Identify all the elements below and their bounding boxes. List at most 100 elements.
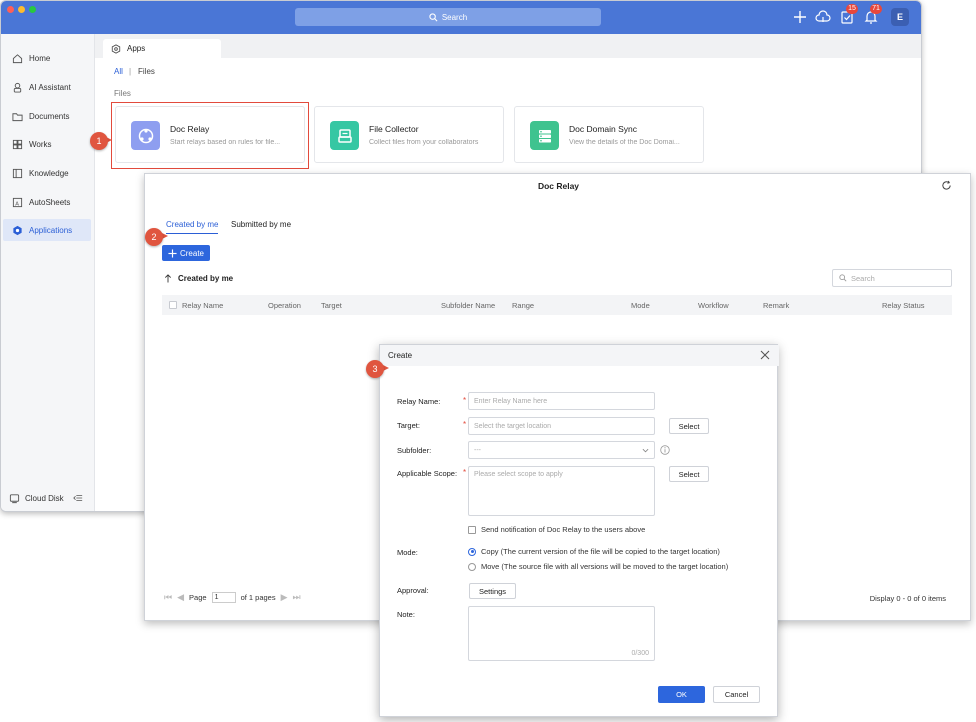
tab-apps[interactable]: Apps <box>103 39 221 58</box>
plus-icon <box>168 248 177 258</box>
minimize-window-button[interactable] <box>18 6 25 13</box>
cloud-disk-label: Cloud Disk <box>25 493 64 503</box>
add-icon[interactable] <box>792 9 808 25</box>
column-header[interactable]: Target <box>321 301 342 310</box>
filter-separator: | <box>129 67 132 76</box>
folder-icon <box>12 112 23 121</box>
tab-created-by-me[interactable]: Created by me <box>166 220 219 234</box>
sidebar-item-home[interactable]: Home <box>3 47 91 69</box>
mode-copy-label: Copy (The current version of the file wi… <box>481 547 720 556</box>
global-search-bar[interactable]: Search <box>295 8 601 26</box>
user-avatar[interactable]: E <box>891 8 909 26</box>
note-label: Note: <box>397 610 415 619</box>
display-count: Display 0 - 0 of 0 items <box>869 594 946 603</box>
page-number-input[interactable]: 1 <box>211 592 236 603</box>
sidebar-item-documents[interactable]: Documents <box>3 105 91 127</box>
subfolder-value: --- <box>474 446 481 454</box>
search-icon <box>429 12 438 21</box>
refresh-icon[interactable] <box>941 180 952 191</box>
notify-row[interactable]: Send notification of Doc Relay to the us… <box>468 525 645 534</box>
select-all-checkbox[interactable] <box>169 301 177 309</box>
create-relay-dialog: Create Relay Name: * Enter Relay Name he… <box>379 344 779 717</box>
sidebar-item-autosheets[interactable]: A AutoSheets <box>3 191 91 213</box>
first-page-icon[interactable]: ⏮ <box>164 592 172 603</box>
mode-move-radio[interactable] <box>468 562 476 571</box>
column-header[interactable]: Workflow <box>698 301 729 310</box>
create-button[interactable]: Create <box>162 245 210 261</box>
target-select-button[interactable]: Select <box>669 418 709 434</box>
step-1-badge: 1 <box>90 132 108 150</box>
target-input[interactable]: Select the target location <box>468 417 655 435</box>
column-header[interactable]: Operation <box>268 301 301 310</box>
sidebar-item-label: Knowledge <box>29 168 69 178</box>
prev-page-icon[interactable]: ◀ <box>177 592 184 603</box>
sidebar-item-label: Documents <box>29 111 70 121</box>
arrow-up-icon <box>164 274 172 283</box>
note-textarea[interactable]: 0/300 <box>468 606 655 661</box>
relay-search-placeholder: Search <box>851 273 875 283</box>
collapse-sidebar-icon[interactable] <box>72 493 83 503</box>
mode-copy-option[interactable]: Copy (The current version of the file wi… <box>468 547 720 556</box>
svg-text:A: A <box>15 201 19 207</box>
column-header[interactable]: Mode <box>631 301 650 310</box>
app-name: Doc Domain Sync <box>569 124 638 134</box>
target-placeholder: Select the target location <box>474 422 552 430</box>
app-description: View the details of the Doc Domai... <box>569 139 680 146</box>
filter-files[interactable]: Files <box>138 67 155 76</box>
tasks-badge: 15 <box>846 4 858 14</box>
required-marker: * <box>463 420 467 429</box>
tab-submitted-by-me[interactable]: Submitted by me <box>231 220 291 229</box>
highlight-box <box>111 102 309 169</box>
cloud-disk-button[interactable]: Cloud Disk <box>9 490 89 506</box>
approval-settings-button[interactable]: Settings <box>469 583 516 599</box>
app-card-doc-domain-sync[interactable]: Doc Domain Sync View the details of the … <box>514 106 704 163</box>
sort-created-by-me[interactable]: Created by me <box>164 274 233 283</box>
home-icon <box>12 53 23 63</box>
last-page-icon[interactable]: ⏭ <box>293 592 301 603</box>
sidebar-item-works[interactable]: Works <box>3 133 91 155</box>
notify-checkbox[interactable] <box>468 525 476 534</box>
notify-label: Send notification of Doc Relay to the us… <box>481 525 646 534</box>
column-header[interactable]: Range <box>512 301 534 310</box>
sort-label-text: Created by me <box>178 274 234 283</box>
relay-name-input[interactable]: Enter Relay Name here <box>468 392 655 410</box>
chevron-down-icon <box>642 448 649 452</box>
column-header[interactable]: Subfolder Name <box>441 301 495 310</box>
subfolder-select[interactable]: --- <box>468 441 655 459</box>
pagination: ⏮ ◀ Page 1 of 1 pages ▶ ⏭ <box>164 592 301 603</box>
zoom-window-button[interactable] <box>29 6 36 13</box>
column-header[interactable]: Relay Name <box>182 301 223 310</box>
section-heading-files: Files <box>114 89 131 98</box>
apps-icon <box>111 43 121 54</box>
column-header[interactable]: Relay Status <box>882 301 925 310</box>
mode-copy-radio[interactable] <box>468 547 476 556</box>
page-word: Page <box>189 593 207 602</box>
cancel-button[interactable]: Cancel <box>713 686 760 703</box>
tab-apps-label: Apps <box>127 44 146 53</box>
relay-search-input[interactable]: Search <box>832 269 952 287</box>
filter-all[interactable]: All <box>114 67 123 76</box>
dialog-header: Create <box>380 345 779 366</box>
sidebar-item-knowledge[interactable]: Knowledge <box>3 162 91 184</box>
applicable-scope-input[interactable]: Please select scope to apply <box>468 466 655 516</box>
close-icon[interactable] <box>759 349 771 361</box>
info-icon[interactable] <box>660 445 670 455</box>
dialog-title: Create <box>388 351 413 360</box>
applications-icon <box>13 225 22 235</box>
title-bar: Search 15 71 E <box>1 1 921 34</box>
sidebar-item-applications[interactable]: Applications <box>3 219 91 241</box>
column-header[interactable]: Remark <box>763 301 789 310</box>
cloud-upload-icon[interactable] <box>815 9 831 25</box>
search-icon <box>839 274 847 282</box>
ok-button[interactable]: OK <box>658 686 705 703</box>
close-window-button[interactable] <box>7 6 14 13</box>
step-3-badge: 3 <box>366 360 384 378</box>
grid-icon <box>12 139 23 149</box>
next-page-icon[interactable]: ▶ <box>281 592 288 603</box>
mode-move-option[interactable]: Move (The source file with all versions … <box>468 562 728 571</box>
sidebar-item-ai-assistant[interactable]: AI Assistant <box>3 76 91 98</box>
scope-select-button[interactable]: Select <box>669 466 709 482</box>
sidebar-item-label: AutoSheets <box>29 197 71 207</box>
doc-relay-title: Doc Relay <box>537 181 580 191</box>
app-card-file-collector[interactable]: File Collector Collect files from your c… <box>314 106 504 163</box>
